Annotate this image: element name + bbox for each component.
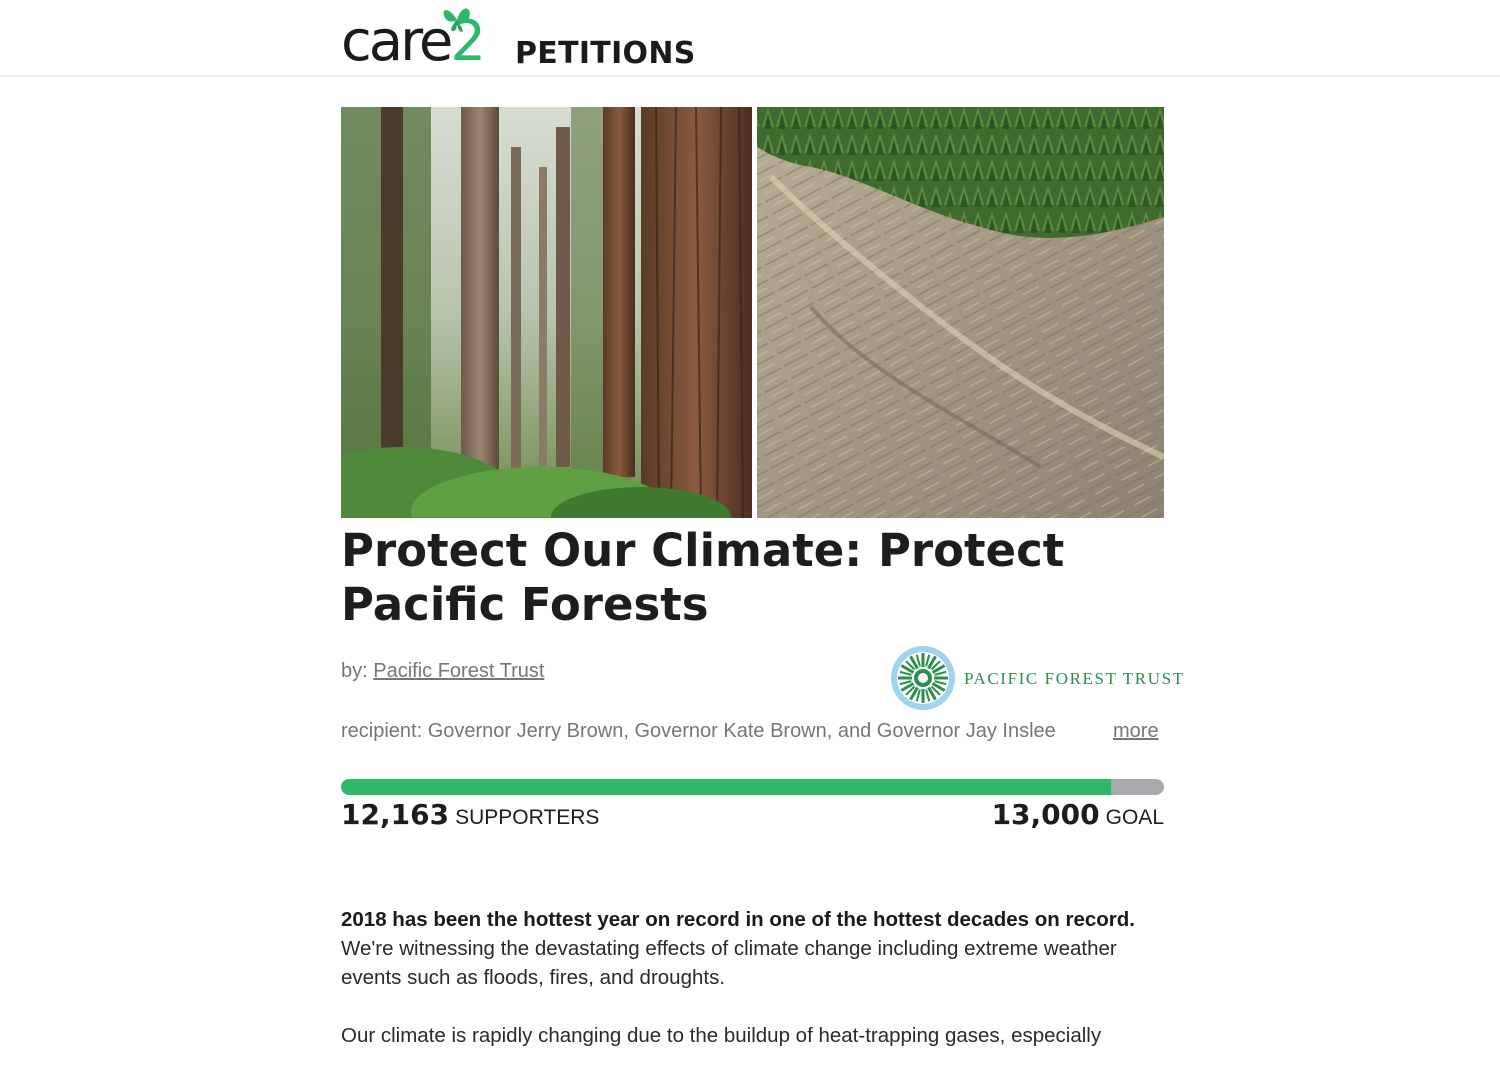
petition-title: Protect Our Climate: Protect Pacific For… [341, 524, 1065, 631]
petition-hero-image [341, 107, 1164, 518]
forest-trust-emblem-icon [891, 646, 955, 710]
author-link[interactable]: Pacific Forest Trust [373, 660, 544, 682]
org-logo-text: PACIFIC FOREST TRUST [964, 669, 1185, 688]
butterfly-icon [443, 8, 470, 32]
recipient-more-link[interactable]: more [1113, 718, 1159, 744]
supporters-label: SUPPORTERS [455, 806, 600, 829]
description-lead: 2018 has been the hottest year on record… [341, 908, 1135, 931]
description-text: We're witnessing the devastating effects… [341, 937, 1117, 989]
signature-progress-bar [341, 779, 1164, 795]
care2-petitions-logo[interactable]: care2 PETITIONS [341, 4, 695, 74]
pacific-forest-trust-logo[interactable]: PACIFIC FOREST TRUST [890, 645, 1183, 711]
supporters-number: 12,163 [341, 798, 450, 831]
by-prefix: by: [341, 660, 368, 682]
supporters-count: 12,163 SUPPORTERS [341, 798, 599, 831]
petition-description: 2018 has been the hottest year on record… [341, 905, 1164, 1079]
petition-author-line: by: Pacific Forest Trust [341, 658, 544, 684]
logo-subtitle: PETITIONS [515, 36, 696, 71]
petition-recipient: recipient: Governor Jerry Brown, Governo… [341, 720, 1056, 742]
signature-progress-fill [341, 779, 1112, 795]
description-paragraph: 2018 has been the hottest year on record… [341, 905, 1164, 992]
goal-count: 13,000 GOAL [992, 798, 1164, 831]
goal-label: GOAL [1105, 806, 1164, 829]
site-header: care2 PETITIONS [0, 0, 1500, 77]
description-paragraph: Our climate is rapidly changing due to t… [341, 1024, 1102, 1047]
goal-number: 13,000 [991, 798, 1100, 831]
